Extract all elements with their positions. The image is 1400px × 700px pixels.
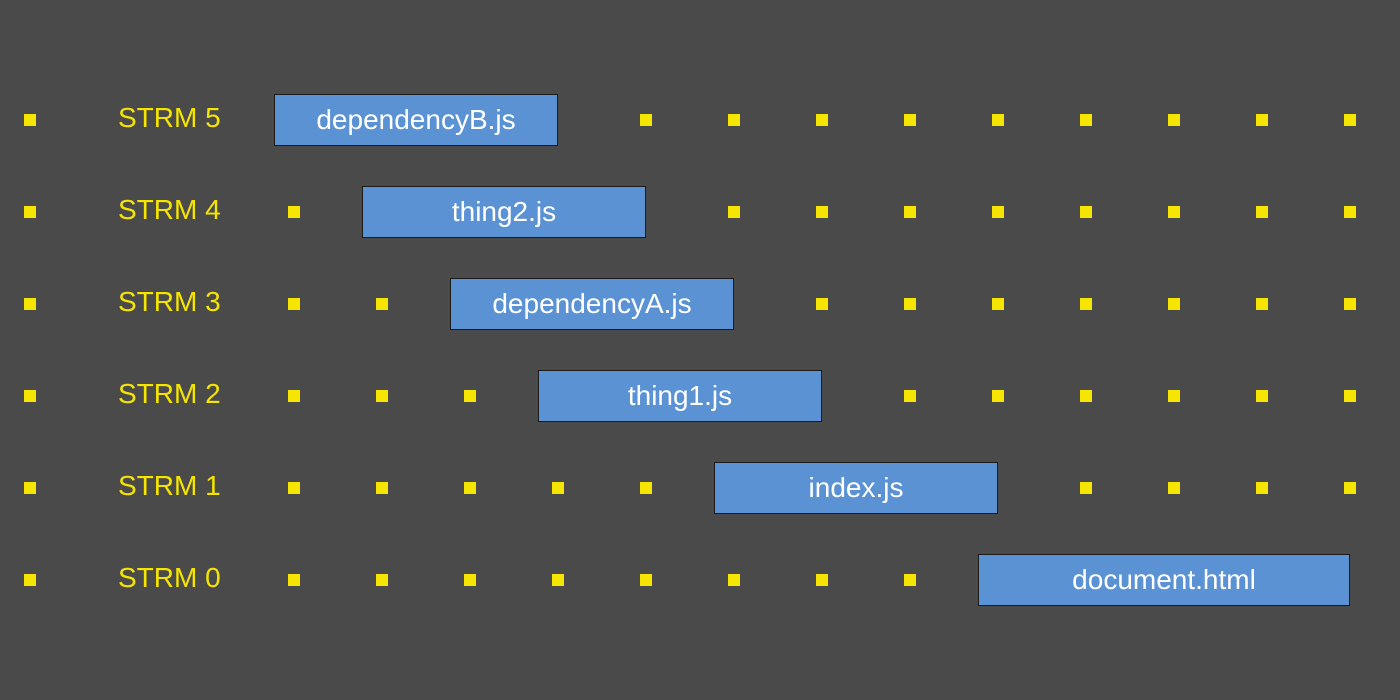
stream-label: STRM 5 — [118, 102, 221, 134]
grid-dot — [816, 574, 828, 586]
grid-dot — [288, 482, 300, 494]
grid-dot — [904, 206, 916, 218]
grid-dot — [288, 206, 300, 218]
grid-dot — [992, 390, 1004, 402]
grid-dot — [464, 574, 476, 586]
stream-block: thing2.js — [362, 186, 646, 238]
grid-dot — [728, 114, 740, 126]
grid-dot — [288, 298, 300, 310]
grid-dot — [640, 114, 652, 126]
stream-label: STRM 2 — [118, 378, 221, 410]
grid-dot — [904, 574, 916, 586]
grid-dot — [992, 114, 1004, 126]
grid-dot — [816, 206, 828, 218]
grid-dot — [1256, 482, 1268, 494]
stream-label: STRM 1 — [118, 470, 221, 502]
grid-dot — [640, 482, 652, 494]
grid-dot — [904, 390, 916, 402]
grid-dot — [1344, 390, 1356, 402]
grid-dot — [1344, 114, 1356, 126]
grid-dot — [1168, 114, 1180, 126]
grid-dot — [1168, 390, 1180, 402]
grid-dot — [816, 298, 828, 310]
grid-dot — [376, 574, 388, 586]
grid-dot — [1344, 298, 1356, 310]
grid-dot — [24, 482, 36, 494]
grid-dot — [376, 298, 388, 310]
grid-dot — [376, 390, 388, 402]
grid-dot — [992, 206, 1004, 218]
stream-block: dependencyA.js — [450, 278, 734, 330]
grid-dot — [1256, 390, 1268, 402]
grid-dot — [1168, 482, 1180, 494]
grid-dot — [1256, 114, 1268, 126]
stream-block: dependencyB.js — [274, 94, 558, 146]
grid-dot — [288, 574, 300, 586]
grid-dot — [992, 298, 1004, 310]
grid-dot — [1344, 482, 1356, 494]
grid-dot — [24, 574, 36, 586]
grid-dot — [1168, 298, 1180, 310]
grid-dot — [904, 298, 916, 310]
grid-dot — [1080, 298, 1092, 310]
grid-dot — [640, 574, 652, 586]
grid-dot — [816, 114, 828, 126]
grid-dot — [728, 206, 740, 218]
grid-dot — [552, 482, 564, 494]
grid-dot — [904, 114, 916, 126]
grid-dot — [1080, 206, 1092, 218]
grid-dot — [24, 114, 36, 126]
stream-block: index.js — [714, 462, 998, 514]
grid-dot — [1344, 206, 1356, 218]
stream-label: STRM 3 — [118, 286, 221, 318]
grid-dot — [24, 206, 36, 218]
grid-dot — [464, 482, 476, 494]
grid-dot — [1256, 298, 1268, 310]
stream-block: thing1.js — [538, 370, 822, 422]
grid-dot — [552, 574, 564, 586]
grid-dot — [1080, 390, 1092, 402]
stream-label: STRM 0 — [118, 562, 221, 594]
stream-label: STRM 4 — [118, 194, 221, 226]
grid-dot — [24, 390, 36, 402]
stream-diagram: STRM 5 STRM 4 STRM 3 STRM 2 STRM 1 STRM 0 depe… — [0, 0, 1400, 700]
grid-dot — [1080, 482, 1092, 494]
grid-dot — [376, 482, 388, 494]
grid-dot — [288, 390, 300, 402]
grid-dot — [1080, 114, 1092, 126]
grid-dot — [24, 298, 36, 310]
grid-dot — [1256, 206, 1268, 218]
grid-dot — [464, 390, 476, 402]
grid-dot — [728, 574, 740, 586]
stream-block: document.html — [978, 554, 1350, 606]
grid-dot — [1168, 206, 1180, 218]
